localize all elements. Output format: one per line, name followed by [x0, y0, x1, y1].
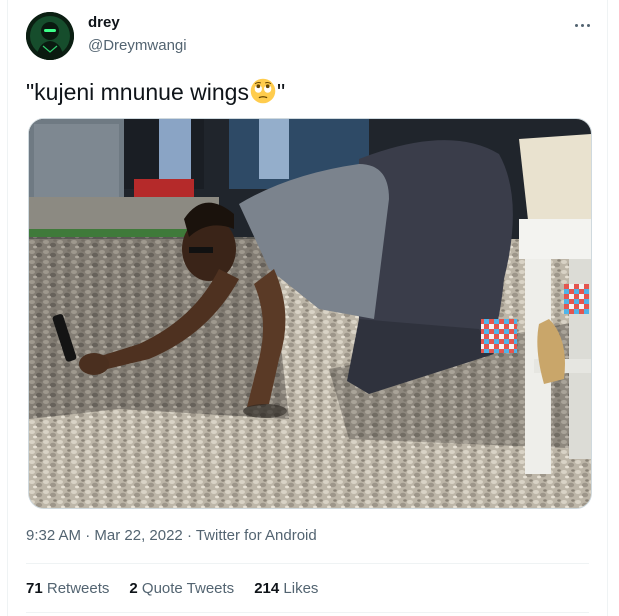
more-options-button[interactable]: [569, 12, 595, 38]
author-name[interactable]: drey: [88, 14, 120, 31]
photo-man-crawling-on-gravel: [29, 119, 591, 508]
tweet-text-close-quote: ": [276, 79, 286, 105]
quote-tweets-label: Quote Tweets: [141, 580, 235, 597]
quote-tweets-count: 2: [129, 580, 138, 597]
more-dot-icon: [586, 23, 590, 27]
meta-separator: ·: [81, 527, 95, 544]
tweet-time[interactable]: 9:32 AM: [26, 527, 81, 544]
avatar[interactable]: [26, 12, 74, 60]
avatar-image: [26, 12, 74, 60]
more-dot-icon: [580, 23, 584, 27]
likes-label: Likes: [283, 580, 319, 597]
divider: [26, 612, 589, 613]
divider: [26, 563, 589, 564]
more-dot-icon: [574, 23, 578, 27]
tweet-date[interactable]: Mar 22, 2022: [94, 527, 182, 544]
quote-tweets-stat[interactable]: 2 Quote Tweets: [129, 580, 234, 597]
retweets-label: Retweets: [46, 580, 110, 597]
tweet-source[interactable]: Twitter for Android: [196, 527, 317, 544]
tweet-text-main: "kujeni mnunue wings: [26, 79, 249, 105]
face-with-rolling-eyes-icon: [250, 78, 276, 104]
tweet-card: drey @Dreymwangi "kujeni mnunue wings ": [7, 0, 608, 616]
author-handle[interactable]: @Dreymwangi: [88, 37, 187, 54]
likes-count: 214: [254, 580, 280, 597]
retweets-count: 71: [26, 580, 43, 597]
retweets-stat[interactable]: 71 Retweets: [26, 580, 109, 597]
meta-separator: ·: [182, 527, 196, 544]
tweet-stats: 71 Retweets 2 Quote Tweets 214 Likes: [26, 580, 318, 597]
tweet-text: "kujeni mnunue wings ": [26, 78, 285, 106]
tweet-photo[interactable]: [28, 118, 592, 509]
likes-stat[interactable]: 214 Likes: [254, 580, 318, 597]
tweet-timestamp: 9:32 AM · Mar 22, 2022 · Twitter for And…: [26, 527, 317, 544]
